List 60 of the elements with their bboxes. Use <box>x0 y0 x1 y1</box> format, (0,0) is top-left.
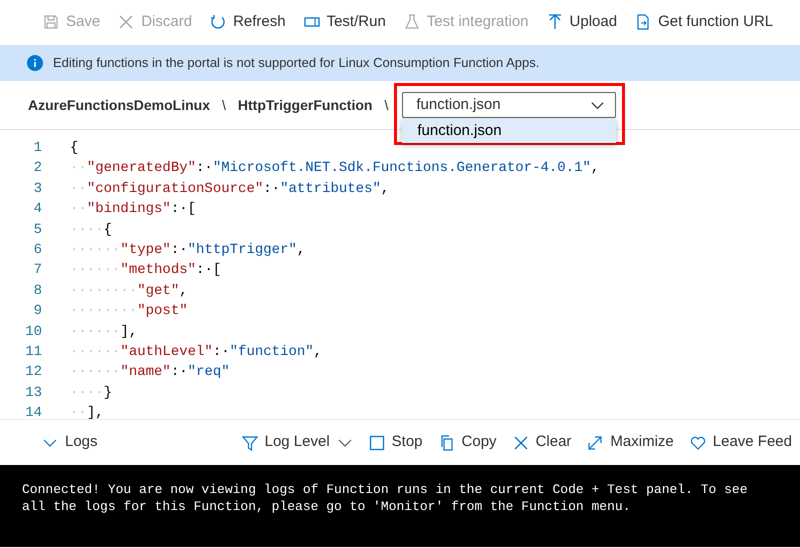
line-number: 11 <box>24 342 42 362</box>
line-number: 2 <box>32 159 42 178</box>
code-line: ········"get", <box>70 282 188 299</box>
dropdown-option[interactable]: function.json <box>402 118 616 143</box>
line-number: 14 <box>24 404 42 419</box>
line-number: 6 <box>32 240 42 260</box>
info-icon <box>27 55 43 71</box>
code-line: ······"type":·"httpTrigger", <box>70 242 306 258</box>
breadcrumb-separator: \ <box>384 96 388 114</box>
floppy-icon <box>43 14 59 30</box>
code-line: ··], <box>70 405 104 419</box>
code-line: ······], <box>70 324 138 340</box>
heart-icon <box>690 434 706 450</box>
toolbar-button[interactable]: Test/Run <box>296 6 393 38</box>
code-line: ········"post" <box>70 303 188 320</box>
line-number: 7 <box>32 261 42 280</box>
line-number: 3 <box>32 180 42 199</box>
code-line: { <box>70 140 78 156</box>
file-dropdown[interactable]: function.json <box>402 92 616 118</box>
line-number: 10 <box>24 322 42 342</box>
line-number: 5 <box>32 220 42 240</box>
toolbar-button[interactable]: Upload <box>540 6 624 38</box>
breadcrumb-link[interactable]: HttpTriggerFunction <box>238 94 372 116</box>
code-line: ····{ <box>70 222 112 238</box>
breadcrumb-separator: \ <box>222 96 226 114</box>
log-action-button[interactable]: Stop <box>360 426 431 458</box>
breadcrumb-link[interactable]: AzureFunctionsDemoLinux <box>28 94 210 116</box>
code-line: ······"authLevel":·"function", <box>70 344 322 360</box>
line-number: 4 <box>32 200 42 220</box>
code-line: ··"configurationSource":·"attributes", <box>70 180 390 197</box>
close-icon <box>512 434 529 450</box>
code-line: ··"generatedBy":·"Microsoft.NET.Sdk.Functions.Generator-4.0.1", <box>70 160 600 176</box>
maximize-icon <box>587 434 604 450</box>
line-number: 13 <box>24 384 42 403</box>
document-link-icon <box>635 14 652 30</box>
copy-icon <box>438 434 455 450</box>
log-action-button[interactable]: Clear <box>504 426 580 458</box>
log-action-button[interactable]: Log Level <box>234 426 361 458</box>
code-line: ····} <box>70 384 112 401</box>
code-line: ··"bindings":·[ <box>70 201 196 218</box>
code-line: ······"methods":·[ <box>70 262 222 278</box>
close-icon <box>118 14 134 30</box>
info-message: Editing functions in the portal is not supported for Linux Consumption Function Apps. <box>53 54 540 72</box>
toolbar-button[interactable]: Refresh <box>203 6 293 38</box>
refresh-icon <box>210 14 226 30</box>
filter-icon <box>242 434 258 450</box>
line-number: 9 <box>32 302 42 322</box>
toolbar-button[interactable]: Get function URL <box>628 6 780 38</box>
stop-icon <box>368 434 385 450</box>
code-line: ······"name":·"req" <box>70 364 230 380</box>
line-number: 1 <box>32 139 42 158</box>
logs-toggle[interactable]: Logs <box>34 426 106 458</box>
flask-icon <box>404 14 420 30</box>
line-number: 8 <box>32 282 42 301</box>
log-action-button[interactable]: Maximize <box>579 426 682 458</box>
upload-icon <box>546 14 563 30</box>
log-action-button[interactable]: Copy <box>430 426 505 458</box>
console-message: Connected! You are now viewing logs of Function runs in the current Code + Test panel. To see all the logs for this Function, please go to 'Monitor' from the Function menu. <box>22 481 749 515</box>
log-action-button[interactable]: Leave Feed <box>682 426 800 458</box>
line-number: 12 <box>24 363 42 382</box>
